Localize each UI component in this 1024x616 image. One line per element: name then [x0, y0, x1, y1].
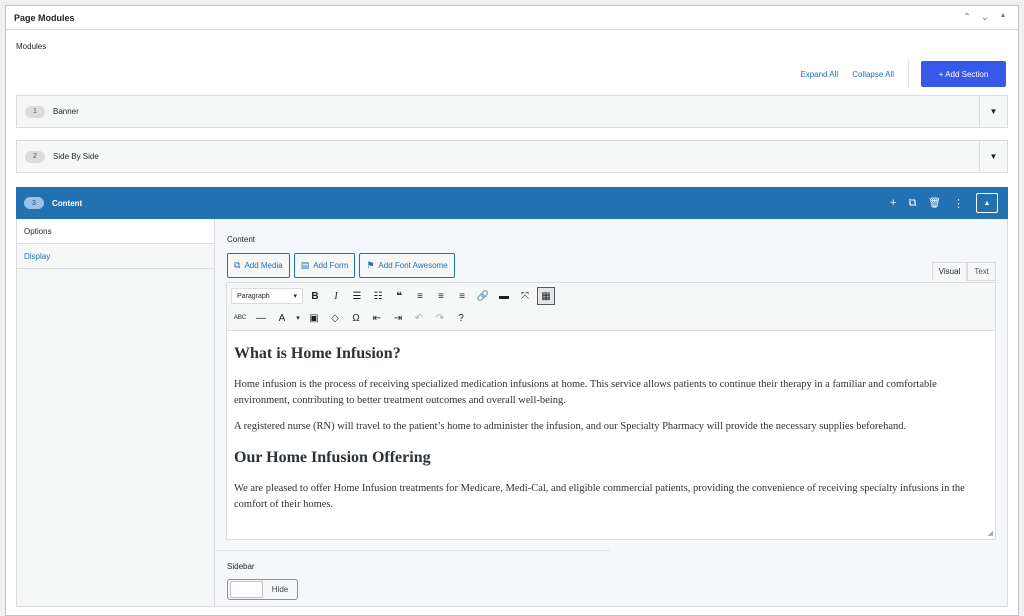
heading-what-is-home-infusion: What is Home Infusion? — [234, 345, 401, 362]
format-select[interactable]: Paragraph ▾ — [231, 288, 303, 304]
form-icon: ▤ — [300, 260, 310, 270]
toggle-knob — [230, 581, 263, 598]
module-label: Banner — [53, 107, 79, 116]
add-form-button[interactable]: ▤ Add Form — [293, 253, 356, 278]
divider — [216, 550, 610, 551]
strikethrough-icon[interactable]: ABC — [231, 309, 249, 327]
link-icon[interactable]: 🔗 — [474, 287, 492, 305]
horizontal-line-icon[interactable]: — — [252, 309, 270, 327]
module-label: Content — [52, 198, 83, 208]
sidebar-field-label: Sidebar — [227, 562, 255, 571]
more-options-icon[interactable]: ⋮ — [953, 197, 964, 210]
add-media-button[interactable]: ⧉ Add Media — [227, 253, 290, 278]
bullet-list-icon[interactable]: ☰ — [348, 287, 366, 305]
module-content-body: Options Display Content ⧉ Add Media ▤ Ad… — [16, 219, 1008, 607]
trash-icon[interactable]: 🗑 — [928, 198, 941, 209]
collapse-all-link[interactable]: Collapse All — [852, 70, 894, 79]
editor-toolbar: Paragraph ▾ B I ☰ ☷ ❝ ≡ ≡ ≡ 🔗 ▬ ⤧ ▦ ABC … — [227, 283, 995, 331]
metabox-title: Page Modules — [14, 12, 75, 23]
align-left-icon[interactable]: ≡ — [411, 287, 429, 305]
tab-options[interactable]: Options — [17, 219, 214, 244]
indent-icon[interactable]: ⇥ — [389, 309, 407, 327]
chevron-down-icon[interactable]: ▾ — [294, 309, 302, 327]
paragraph: A registered nurse (RN) will travel to t… — [234, 421, 907, 432]
read-more-icon[interactable]: ▬ — [495, 287, 513, 305]
collapse-button[interactable]: ▲ — [976, 193, 998, 213]
tab-display[interactable]: Display — [17, 244, 214, 269]
add-font-awesome-label: Add Font Awesome — [378, 261, 448, 270]
media-icon: ⧉ — [234, 260, 241, 270]
content-field-label: Content — [227, 235, 256, 244]
paragraph: Home infusion is the process of receivin… — [234, 379, 937, 406]
italic-icon[interactable]: I — [327, 287, 345, 305]
align-center-icon[interactable]: ≡ — [432, 287, 450, 305]
divider — [908, 60, 909, 88]
flag-icon: ⚑ — [366, 260, 375, 270]
add-section-button[interactable]: + Add Section — [921, 61, 1006, 87]
toolbar-toggle-icon[interactable]: ▦ — [537, 287, 555, 305]
toggle-panel-icon[interactable]: ▲ — [996, 12, 1010, 23]
expand-toggle-icon[interactable]: ▼ — [979, 96, 1007, 127]
tab-text[interactable]: Text — [967, 262, 996, 281]
move-up-icon[interactable]: ⌃ — [960, 12, 974, 23]
heading-our-home-infusion-offering: Our Home Infusion Offering — [234, 449, 431, 466]
text-color-icon[interactable]: A — [273, 309, 291, 327]
editor-content[interactable]: What is Home Infusion? Home infusion is … — [227, 331, 995, 513]
outdent-icon[interactable]: ⇤ — [368, 309, 386, 327]
add-icon[interactable]: + — [890, 197, 896, 209]
align-right-icon[interactable]: ≡ — [453, 287, 471, 305]
expand-all-link[interactable]: Expand All — [800, 70, 838, 79]
add-font-awesome-button[interactable]: ⚑ Add Font Awesome — [359, 253, 455, 278]
sidebar-toggle[interactable]: Hide — [227, 579, 298, 600]
duplicate-icon[interactable]: ⧉ — [908, 197, 916, 210]
module-label: Side By Side — [53, 152, 99, 161]
redo-icon[interactable]: ↷ — [431, 309, 449, 327]
help-icon[interactable]: ? — [452, 309, 470, 327]
paste-text-icon[interactable]: ▣ — [305, 309, 323, 327]
clear-formatting-icon[interactable]: ◇ — [326, 309, 344, 327]
page-modules-metabox: Page Modules ⌃ ⌄ ▲ Modules Expand All Co… — [5, 5, 1019, 616]
module-row-banner[interactable]: 1 Banner ▼ — [16, 95, 1008, 128]
modules-label: Modules — [16, 42, 47, 51]
wysiwyg-editor[interactable]: Paragraph ▾ B I ☰ ☷ ❝ ≡ ≡ ≡ 🔗 ▬ ⤧ ▦ ABC … — [226, 282, 996, 540]
add-media-label: Add Media — [244, 261, 283, 270]
module-number: 3 — [24, 197, 44, 209]
chevron-down-icon: ▾ — [293, 293, 297, 300]
numbered-list-icon[interactable]: ☷ — [369, 287, 387, 305]
tab-visual[interactable]: Visual — [931, 262, 968, 281]
undo-icon[interactable]: ↶ — [410, 309, 428, 327]
blockquote-icon[interactable]: ❝ — [390, 287, 408, 305]
module-number: 1 — [25, 105, 45, 118]
module-row-side-by-side[interactable]: 2 Side By Side ▼ — [16, 140, 1008, 173]
metabox-header: Page Modules ⌃ ⌄ ▲ — [6, 6, 1018, 30]
toggle-label: Hide — [271, 585, 289, 594]
move-down-icon[interactable]: ⌄ — [978, 12, 992, 23]
resize-handle-icon[interactable]: ◢ — [988, 529, 993, 537]
bold-icon[interactable]: B — [306, 287, 324, 305]
module-number: 2 — [25, 150, 45, 163]
expand-toggle-icon[interactable]: ▼ — [979, 141, 1007, 172]
fullscreen-icon[interactable]: ⤧ — [516, 287, 534, 305]
module-tabs: Options Display — [17, 219, 215, 606]
special-character-icon[interactable]: Ω — [347, 309, 365, 327]
module-row-content[interactable]: 3 Content + ⧉ 🗑 ⋮ ▲ — [16, 187, 1008, 219]
format-select-value: Paragraph — [237, 292, 270, 300]
paragraph: We are pleased to offer Home Infusion tr… — [234, 483, 965, 510]
add-form-label: Add Form — [313, 261, 349, 270]
